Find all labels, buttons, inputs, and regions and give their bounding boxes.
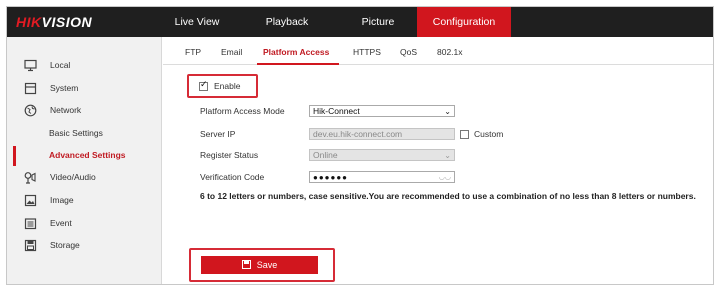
tab-email[interactable]: Email bbox=[221, 47, 242, 57]
chevron-down-icon: ⌄ bbox=[444, 151, 451, 160]
sidebar-item-storage[interactable]: Storage bbox=[7, 235, 162, 257]
sidebar-item-network[interactable]: Network bbox=[7, 100, 162, 122]
sidebar-item-system[interactable]: System bbox=[7, 78, 162, 100]
system-icon bbox=[24, 82, 37, 95]
nav-live-view[interactable]: Live View bbox=[162, 7, 232, 37]
save-button-label: Save bbox=[256, 260, 278, 270]
video-audio-icon bbox=[24, 172, 36, 184]
top-navigation-bar: HIKVISION Live View Playback Picture Con… bbox=[7, 7, 713, 37]
sidebar-item-label: Storage bbox=[50, 240, 80, 250]
active-tab-indicator bbox=[257, 63, 339, 65]
tab-platform-access[interactable]: Platform Access bbox=[263, 47, 329, 57]
platform-access-mode-label: Platform Access Mode bbox=[200, 106, 285, 116]
register-status-select: Online ⌄ bbox=[309, 149, 455, 161]
hikvision-logo: HIKVISION bbox=[16, 14, 93, 30]
save-button[interactable]: Save bbox=[201, 256, 318, 274]
tab-802-1x[interactable]: 802.1x bbox=[437, 47, 463, 57]
sidebar-item-label: Image bbox=[50, 195, 74, 205]
sidebar: Local System Network Basic Settings Adva… bbox=[7, 37, 162, 284]
platform-access-mode-select[interactable]: Hik-Connect ⌄ bbox=[309, 105, 455, 117]
sidebar-item-label: Basic Settings bbox=[49, 128, 103, 138]
verification-code-input[interactable]: ●●●●●● ◡◡ bbox=[309, 171, 455, 183]
sidebar-item-label: Advanced Settings bbox=[49, 150, 126, 160]
app-window: HIKVISION Live View Playback Picture Con… bbox=[6, 6, 714, 285]
sidebar-item-local[interactable]: Local bbox=[7, 55, 162, 77]
platform-access-mode-value: Hik-Connect bbox=[313, 106, 360, 116]
image-icon bbox=[24, 194, 37, 207]
tab-ftp[interactable]: FTP bbox=[185, 47, 201, 57]
nav-configuration[interactable]: Configuration bbox=[417, 7, 511, 37]
tab-https[interactable]: HTTPS bbox=[353, 47, 381, 57]
enable-checkbox[interactable] bbox=[199, 80, 208, 91]
server-ip-field[interactable]: dev.eu.hik-connect.com bbox=[309, 128, 455, 140]
sidebar-item-basic-settings[interactable]: Basic Settings bbox=[7, 123, 162, 145]
enable-label: Enable bbox=[214, 81, 241, 91]
monitor-icon bbox=[24, 59, 37, 72]
sidebar-item-advanced-settings[interactable]: Advanced Settings bbox=[7, 145, 162, 167]
sidebar-item-label: Video/Audio bbox=[50, 172, 96, 182]
verification-code-hint: 6 to 12 letters or numbers, case sensiti… bbox=[200, 191, 696, 201]
sidebar-item-video-audio[interactable]: Video/Audio bbox=[7, 167, 162, 189]
sidebar-item-label: Network bbox=[50, 105, 82, 115]
sidebar-item-image[interactable]: Image bbox=[7, 190, 162, 212]
sidebar-item-label: System bbox=[50, 83, 79, 93]
verification-code-value: ●●●●●● bbox=[313, 173, 348, 182]
event-icon bbox=[24, 218, 37, 230]
register-status-label: Register Status bbox=[200, 150, 259, 160]
sidebar-item-event[interactable]: Event bbox=[7, 213, 162, 235]
storage-icon bbox=[24, 239, 37, 252]
show-password-icon[interactable]: ◡◡ bbox=[439, 173, 451, 183]
main-content: FTP Email Platform Access HTTPS QoS 802.… bbox=[163, 37, 713, 284]
server-ip-value: dev.eu.hik-connect.com bbox=[313, 129, 403, 139]
tab-bar: FTP Email Platform Access HTTPS QoS 802.… bbox=[163, 37, 713, 65]
custom-checkbox[interactable] bbox=[460, 130, 469, 139]
register-status-value: Online bbox=[313, 150, 338, 160]
sidebar-item-label: Local bbox=[50, 60, 71, 70]
chevron-down-icon: ⌄ bbox=[444, 107, 451, 116]
nav-picture[interactable]: Picture bbox=[342, 7, 414, 37]
custom-label: Custom bbox=[474, 129, 504, 139]
sidebar-item-label: Event bbox=[50, 218, 72, 228]
tab-qos[interactable]: QoS bbox=[400, 47, 417, 57]
verification-code-label: Verification Code bbox=[200, 172, 265, 182]
globe-icon bbox=[24, 104, 37, 117]
server-ip-label: Server IP bbox=[200, 129, 236, 139]
nav-playback[interactable]: Playback bbox=[247, 7, 327, 37]
save-icon bbox=[241, 260, 251, 269]
